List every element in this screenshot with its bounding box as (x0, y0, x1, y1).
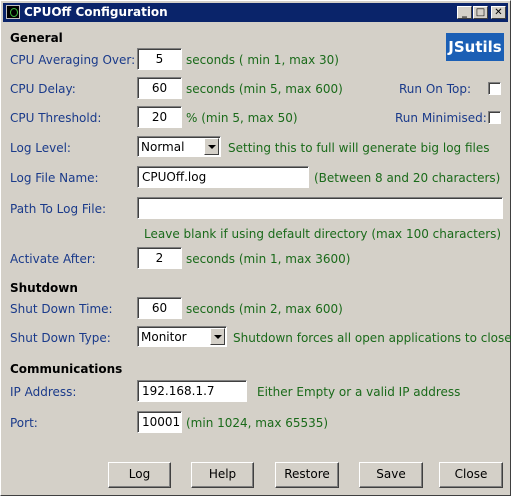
activate-after-input[interactable]: 2 (137, 247, 182, 269)
run-minimised-label: Run Minimised: (395, 111, 487, 125)
activate-after-label: Activate After: (10, 252, 96, 266)
section-shutdown-heading: Shutdown (10, 281, 78, 295)
ip-address-input[interactable]: 192.168.1.7 (137, 380, 247, 402)
port-label: Port: (10, 416, 38, 430)
log-level-select[interactable]: Normal (137, 136, 221, 157)
minimize-button[interactable]: _ (457, 6, 472, 19)
title-bar[interactable]: CPUOff Configuration _ □ ✕ (3, 3, 508, 22)
close-button[interactable]: Close (439, 462, 503, 488)
run-on-top-checkbox[interactable] (488, 82, 501, 95)
help-button[interactable]: Help (191, 462, 254, 488)
cpu-delay-input[interactable]: 60 (137, 77, 182, 99)
maximize-button[interactable]: □ (473, 6, 488, 19)
cpu-delay-label: CPU Delay: (10, 82, 76, 96)
config-window: CPUOff Configuration _ □ ✕ JSutils Gener… (0, 0, 511, 496)
window-title: CPUOff Configuration (24, 5, 168, 19)
shutdown-type-value: Monitor (141, 330, 187, 344)
cpu-threshold-hint: % (min 5, max 50) (186, 111, 298, 125)
log-level-label: Log Level: (10, 141, 71, 155)
shutdown-time-input[interactable]: 60 (137, 297, 182, 319)
ip-address-hint: Either Empty or a valid IP address (257, 385, 461, 399)
port-input[interactable]: 10001 (137, 411, 182, 433)
cpu-averaging-hint: seconds ( min 1, max 30) (186, 53, 339, 67)
log-path-input[interactable] (137, 197, 503, 219)
log-path-hint: Leave blank if using default directory (… (144, 227, 502, 241)
log-path-label: Path To Log File: (10, 202, 106, 216)
log-level-value: Normal (141, 140, 185, 154)
shutdown-type-hint: Shutdown forces all open applications to… (233, 331, 511, 345)
cpu-threshold-input[interactable]: 20 (137, 106, 182, 128)
cpu-averaging-input[interactable]: 5 (137, 48, 182, 70)
chevron-down-icon[interactable] (204, 138, 219, 155)
shutdown-time-hint: seconds (min 2, max 600) (186, 302, 343, 316)
app-icon (6, 5, 20, 19)
activate-after-hint: seconds (min 1, max 3600) (186, 252, 351, 266)
log-file-name-input[interactable]: CPUOff.log (137, 166, 309, 188)
cpu-delay-hint: seconds (min 5, max 600) (186, 82, 343, 96)
log-level-hint: Setting this to full will generate big l… (228, 141, 490, 155)
log-file-name-hint: (Between 8 and 20 characters) (314, 171, 501, 185)
port-hint: (min 1024, max 65535) (186, 416, 329, 430)
log-file-name-label: Log File Name: (10, 171, 99, 185)
shutdown-type-label: Shut Down Type: (10, 331, 111, 345)
run-on-top-label: Run On Top: (399, 82, 471, 96)
shutdown-time-label: Shut Down Time: (10, 302, 113, 316)
save-button[interactable]: Save (359, 462, 423, 488)
close-window-button[interactable]: ✕ (491, 6, 506, 19)
ip-address-label: IP Address: (10, 385, 77, 399)
chevron-down-icon[interactable] (210, 328, 225, 345)
restore-button[interactable]: Restore (275, 462, 339, 488)
shutdown-type-select[interactable]: Monitor (137, 326, 227, 347)
cpu-threshold-label: CPU Threshold: (10, 111, 102, 125)
log-button[interactable]: Log (108, 462, 171, 488)
run-minimised-checkbox[interactable] (488, 111, 501, 124)
section-communications-heading: Communications (10, 362, 123, 376)
section-general-heading: General (10, 31, 63, 45)
jsutils-logo: JSutils (446, 33, 504, 61)
cpu-averaging-label: CPU Averaging Over: (10, 53, 136, 67)
